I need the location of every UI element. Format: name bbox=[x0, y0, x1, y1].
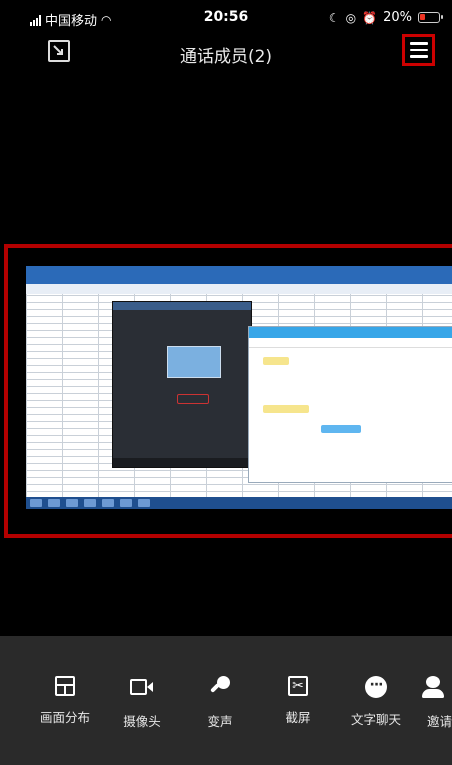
alarm-icon: ⏰ bbox=[362, 10, 378, 25]
camera-button[interactable]: 摄像头 bbox=[107, 676, 177, 730]
voice-changer-label: 变声 bbox=[207, 714, 233, 729]
chat-bubble bbox=[263, 357, 289, 365]
voice-changer-button[interactable]: 变声 bbox=[185, 676, 255, 730]
moon-icon: ☾ bbox=[328, 10, 340, 25]
screen-share-title-bar bbox=[113, 302, 251, 310]
call-toolbar: 画面分布 摄像头 变声 ✂ 截屏 文字聊天 邀请 bbox=[0, 636, 452, 765]
task-item bbox=[48, 499, 60, 507]
spreadsheet-ribbon bbox=[26, 266, 452, 284]
menu-icon-line bbox=[409, 55, 428, 58]
lock-rotation-icon: ◎ bbox=[345, 10, 357, 25]
task-item bbox=[66, 499, 78, 507]
camera-label: 摄像头 bbox=[123, 714, 161, 729]
chat-bubble bbox=[263, 405, 309, 413]
screenshot-label: 截屏 bbox=[285, 710, 311, 725]
screenshot-button[interactable]: ✂ 截屏 bbox=[263, 676, 333, 726]
battery-percent: 20% bbox=[383, 10, 412, 25]
chat-bubble-icon bbox=[365, 676, 387, 698]
camera-icon bbox=[130, 676, 154, 700]
stop-share-button bbox=[177, 394, 209, 404]
group-chat-window bbox=[248, 326, 452, 483]
status-right: ☾ ◎ ⏰ 20% bbox=[328, 10, 443, 25]
layout-label: 画面分布 bbox=[39, 710, 90, 725]
screen-share-controls bbox=[113, 458, 251, 467]
invite-button[interactable]: 邀请 bbox=[405, 676, 452, 730]
invite-icon bbox=[422, 676, 446, 700]
voice-changer-icon bbox=[208, 676, 232, 700]
shared-screen[interactable] bbox=[26, 266, 452, 509]
chat-bubble bbox=[321, 425, 361, 433]
chat-tabs bbox=[249, 338, 452, 348]
task-item bbox=[120, 499, 132, 507]
status-bar: 中国移动 ◠ 20:56 ☾ ◎ ⏰ 20% bbox=[0, 0, 452, 36]
layout-button[interactable]: 画面分布 bbox=[30, 676, 100, 726]
text-chat-button[interactable]: 文字聊天 bbox=[341, 676, 411, 728]
screenshot-icon: ✂ bbox=[288, 676, 308, 696]
call-header: 通话成员(2) bbox=[0, 34, 452, 72]
task-item bbox=[30, 499, 42, 507]
menu-icon-line bbox=[409, 48, 428, 52]
screen-preview-thumbnail bbox=[167, 346, 221, 378]
layout-icon bbox=[55, 676, 75, 696]
task-item bbox=[84, 499, 96, 507]
invite-label: 邀请 bbox=[427, 714, 452, 729]
menu-button[interactable] bbox=[402, 34, 435, 66]
text-chat-label: 文字聊天 bbox=[350, 712, 401, 727]
battery-icon bbox=[418, 12, 443, 23]
windows-taskbar bbox=[26, 497, 452, 509]
page-title: 通话成员(2) bbox=[179, 47, 273, 67]
task-item bbox=[102, 499, 114, 507]
task-item bbox=[138, 499, 150, 507]
chat-header bbox=[249, 327, 452, 338]
menu-icon-line bbox=[409, 42, 428, 45]
screen-share-window bbox=[112, 301, 252, 468]
